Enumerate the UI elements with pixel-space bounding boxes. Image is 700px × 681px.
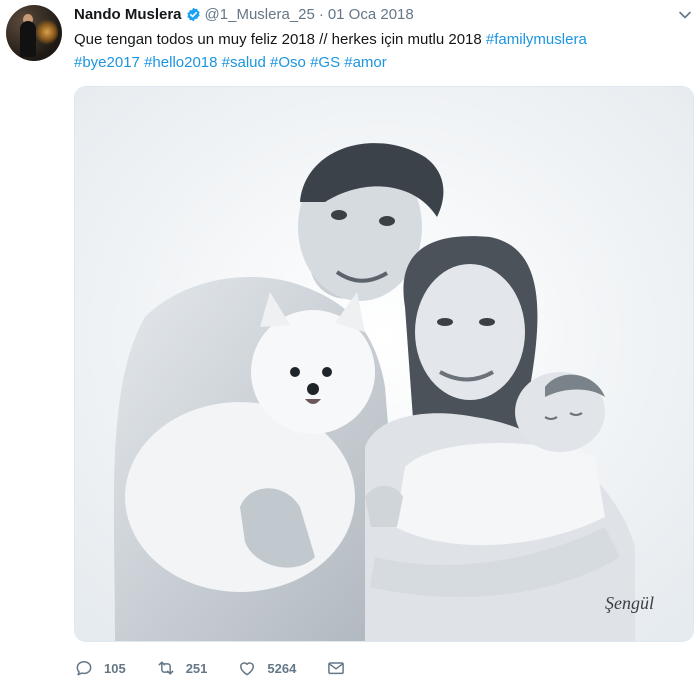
chevron-down-icon[interactable] (678, 8, 692, 22)
direct-message-button[interactable] (326, 658, 356, 678)
retweet-icon (158, 661, 174, 675)
retweet-button[interactable]: 251 (156, 658, 208, 678)
hashtag-link[interactable]: #amor (344, 54, 387, 71)
tweet-actions: 105 251 5264 (74, 655, 386, 681)
avatar-light (36, 19, 58, 45)
hashtag-link[interactable]: #Oso (270, 54, 306, 71)
tweet-date[interactable]: 01 Oca 2018 (328, 6, 414, 23)
hashtag-link[interactable]: #GS (310, 54, 340, 71)
retweet-count: 251 (185, 660, 208, 676)
reply-icon (76, 661, 92, 676)
reply-count: 105 (104, 660, 126, 676)
envelope-icon (328, 662, 345, 675)
like-button[interactable]: 5264 (237, 658, 296, 678)
tweet[interactable]: Nando Muslera @1_Muslera_25 · 01 Oca 201… (0, 0, 700, 681)
avatar-figure (20, 21, 36, 57)
avatar[interactable] (6, 5, 62, 61)
tweet-header: Nando Muslera @1_Muslera_25 · 01 Oca 201… (74, 4, 414, 24)
hashtag-link[interactable]: #bye2017 (74, 54, 140, 71)
hashtag-link[interactable]: #hello2018 (144, 54, 217, 71)
tweet-text: Que tengan todos un muy feliz 2018 // he… (74, 28, 684, 74)
tweet-photo[interactable]: Şengül (74, 86, 694, 642)
hashtag-link[interactable]: #salud (222, 54, 266, 71)
baby-blanket (395, 443, 605, 546)
author-handle[interactable]: @1_Muslera_25 (205, 6, 315, 23)
header-separator: · (318, 5, 324, 23)
reply-button[interactable]: 105 (74, 658, 126, 678)
hashtag-link[interactable]: #familymuslera (486, 31, 587, 48)
tweet-text-plain: Que tengan todos un muy feliz 2018 // he… (74, 31, 486, 48)
photo-signature: Şengül (605, 593, 654, 613)
verified-badge-icon (186, 7, 201, 22)
author-name[interactable]: Nando Muslera (74, 6, 182, 23)
photo-illustration: Şengül (75, 87, 693, 641)
heart-icon (240, 662, 255, 676)
like-count: 5264 (267, 660, 297, 676)
